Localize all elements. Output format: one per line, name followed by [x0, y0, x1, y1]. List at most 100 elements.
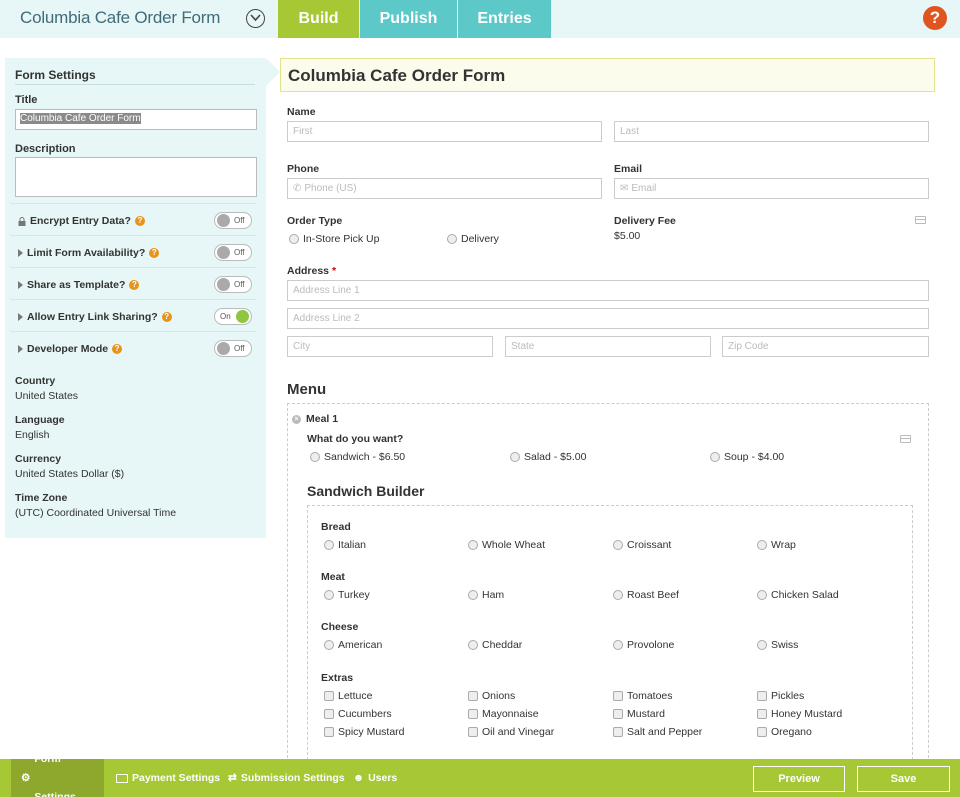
radio-bread-option[interactable]: Croissant [613, 539, 671, 551]
address-line2-input[interactable]: Address Line 2 [287, 308, 929, 329]
phone-label: Phone [287, 163, 320, 175]
description-field[interactable] [15, 157, 257, 197]
radio-meat-option[interactable]: Turkey [324, 589, 370, 601]
timezone-label: Time Zone [15, 492, 68, 504]
help-question-icon[interactable]: ? [112, 344, 123, 354]
meat-label: Meat [321, 571, 345, 583]
radio-label: Italian [338, 539, 367, 551]
toggle-state: Off [234, 344, 245, 353]
footer-tab-form-settings[interactable]: ⚙ Form Settings [11, 753, 104, 797]
caret-right-icon[interactable] [18, 281, 23, 289]
footer-tab-users[interactable]: ☻ Users [353, 759, 397, 797]
radio-cheese-option[interactable]: Provolone [613, 639, 674, 651]
radio-cheese-option[interactable]: American [324, 639, 382, 651]
limit-toggle[interactable]: Off [214, 244, 252, 261]
payment-card-icon[interactable] [915, 216, 926, 224]
last-name-input[interactable]: Last [614, 121, 929, 142]
address-line1-input[interactable]: Address Line 1 [287, 280, 929, 301]
checkbox-box [757, 691, 767, 701]
footer-tab-submission-settings[interactable]: ⇄ Submission Settings [228, 759, 345, 797]
tab-publish[interactable]: Publish [360, 0, 457, 38]
title-field[interactable]: Columbia Cafe Order Form [15, 109, 257, 130]
caret-right-icon[interactable] [18, 345, 23, 353]
radio-label: Roast Beef [627, 589, 679, 601]
radio-label: American [338, 639, 383, 651]
radio-cheese-option[interactable]: Swiss [757, 639, 798, 651]
preview-button[interactable]: Preview [753, 766, 845, 792]
help-icon[interactable]: ? [923, 6, 947, 30]
radio-meat-option[interactable]: Chicken Salad [757, 589, 839, 601]
radio-meat-option[interactable]: Ham [468, 589, 504, 601]
checkbox-box [468, 709, 478, 719]
radio-circle [613, 640, 623, 650]
radio-circle [324, 640, 334, 650]
checkbox-extra[interactable]: Mustard [613, 708, 665, 720]
checkbox-extra[interactable]: Cucumbers [324, 708, 392, 720]
help-question-icon[interactable]: ? [134, 216, 145, 226]
caret-right-icon[interactable] [18, 249, 23, 257]
radio-bread-option[interactable]: Whole Wheat [468, 539, 545, 551]
radio-cheese-option[interactable]: Cheddar [468, 639, 522, 651]
radio-soup[interactable]: Soup - $4.00 [710, 451, 784, 463]
radio-in-store[interactable]: In-Store Pick Up [289, 233, 379, 245]
currency-label: Currency [15, 453, 62, 465]
radio-circle [510, 452, 520, 462]
encrypt-toggle[interactable]: Off [214, 212, 252, 229]
first-name-input[interactable]: First [287, 121, 602, 142]
radio-bread-option[interactable]: Wrap [757, 539, 796, 551]
remove-circle-icon[interactable]: × [292, 414, 301, 424]
link-sharing-toggle[interactable]: On [214, 308, 252, 325]
checkbox-extra[interactable]: Salt and Pepper [613, 726, 702, 738]
tab-entries[interactable]: Entries [458, 0, 551, 38]
currency-value[interactable]: United States Dollar ($) [15, 468, 124, 480]
radio-circle [289, 234, 299, 244]
checkbox-extra[interactable]: Pickles [757, 690, 804, 702]
radio-bread-option[interactable]: Italian [324, 539, 366, 551]
tab-build[interactable]: Build [278, 0, 359, 38]
checkbox-extra[interactable]: Mayonnaise [468, 708, 539, 720]
radio-meat-option[interactable]: Roast Beef [613, 589, 679, 601]
footer-tab-label: Payment Settings [132, 772, 221, 784]
checkbox-extra[interactable]: Oregano [757, 726, 812, 738]
checkbox-extra[interactable]: Lettuce [324, 690, 372, 702]
country-value[interactable]: United States [15, 390, 78, 402]
caret-right-icon[interactable] [18, 313, 23, 321]
language-value[interactable]: English [15, 429, 49, 441]
help-question-icon[interactable]: ? [129, 280, 140, 290]
footer-tab-label: Form Settings [34, 753, 76, 797]
country-label: Country [15, 375, 56, 387]
toggle-row-template: Share as Template? ? Off [10, 267, 256, 299]
checkbox-extra[interactable]: Spicy Mustard [324, 726, 405, 738]
radio-circle [468, 640, 478, 650]
checkbox-extra[interactable]: Oil and Vinegar [468, 726, 554, 738]
radio-delivery[interactable]: Delivery [447, 233, 499, 245]
radio-label: Chicken Salad [771, 589, 839, 601]
radio-salad[interactable]: Salad - $5.00 [510, 451, 586, 463]
checkbox-extra[interactable]: Honey Mustard [757, 708, 842, 720]
timezone-value[interactable]: (UTC) Coordinated Universal Time [15, 507, 176, 519]
developer-toggle[interactable]: Off [214, 340, 252, 357]
help-question-icon[interactable]: ? [161, 312, 172, 322]
template-toggle[interactable]: Off [214, 276, 252, 293]
checkbox-extra[interactable]: Onions [468, 690, 515, 702]
email-input[interactable]: ✉ Email [614, 178, 929, 199]
save-button[interactable]: Save [857, 766, 950, 792]
phone-placeholder: Phone (US) [304, 182, 357, 194]
zip-input[interactable]: Zip Code [722, 336, 929, 357]
footer-tab-payment-settings[interactable]: Payment Settings [116, 759, 220, 797]
envelope-icon: ✉ [620, 182, 629, 194]
radio-circle [613, 540, 623, 550]
radio-sandwich[interactable]: Sandwich - $6.50 [310, 451, 405, 463]
form-header[interactable]: Columbia Cafe Order Form [280, 58, 935, 92]
payment-card-icon[interactable] [900, 435, 911, 443]
phone-input[interactable]: ✆ Phone (US) [287, 178, 602, 199]
checkbox-extra[interactable]: Tomatoes [613, 690, 673, 702]
city-input[interactable]: City [287, 336, 493, 357]
chevron-down-icon[interactable] [246, 9, 265, 28]
radio-label: Cheddar [482, 639, 523, 651]
meal-item[interactable]: × Meal 1 [292, 413, 338, 425]
radio-circle [757, 590, 767, 600]
state-input[interactable]: State [505, 336, 711, 357]
help-question-icon[interactable]: ? [149, 248, 160, 258]
toggle-knob [217, 214, 230, 227]
